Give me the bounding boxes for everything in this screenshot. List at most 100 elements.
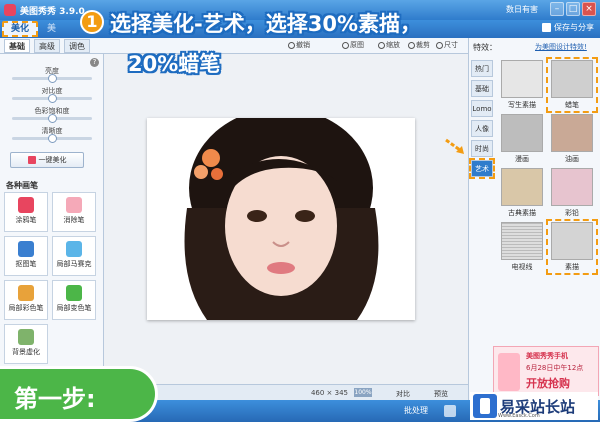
site-logo-icon	[473, 394, 497, 418]
effect-sketch[interactable]: 素描	[546, 219, 598, 275]
design-effect-link[interactable]: 为美图设计特效!	[535, 42, 587, 52]
undo-label: 撤销	[296, 41, 310, 49]
sharpness-slider[interactable]: 清晰度	[4, 126, 100, 143]
watermark-subtext: Www.Easck.Com	[498, 413, 540, 419]
resize-tool[interactable]: 尺寸	[436, 40, 458, 50]
recolor-brush-icon	[66, 285, 82, 301]
phone-icon	[498, 353, 520, 391]
category-fashion[interactable]: 时尚	[471, 140, 493, 157]
effect-oil[interactable]: 油画	[549, 114, 595, 164]
effect-label: 彩铅	[565, 209, 579, 217]
save-share-button[interactable]: 保存与分享	[542, 22, 594, 33]
brush-label: 背景虚化	[12, 348, 40, 356]
tab-advanced[interactable]: 高级	[34, 39, 60, 53]
category-hot[interactable]: 热门	[471, 60, 493, 77]
image-canvas[interactable]	[104, 54, 468, 384]
brush-label: 涂鸦笔	[15, 216, 37, 224]
brush-crayon[interactable]: 涂鸦笔	[4, 192, 48, 232]
portrait-photo	[147, 118, 415, 320]
effect-thumbnail	[501, 60, 543, 98]
disk-icon	[542, 23, 551, 32]
effect-label: 古典素描	[508, 209, 536, 217]
minimize-button[interactable]: –	[550, 2, 564, 16]
effect-thumbnail	[551, 168, 593, 206]
brush-blur[interactable]: 背景虚化	[4, 324, 48, 364]
help-link[interactable]: 数日有害	[506, 4, 538, 15]
saturation-slider[interactable]: 色彩饱和度	[4, 106, 100, 123]
maximize-button[interactable]: □	[566, 2, 580, 16]
batch-process-button[interactable]: 批处理	[404, 405, 428, 416]
category-portrait[interactable]: 人像	[471, 120, 493, 137]
effect-crayon[interactable]: 蜡笔	[546, 57, 598, 113]
instruction-line-2: 20%蜡笔	[128, 52, 221, 76]
save-share-label: 保存与分享	[554, 23, 594, 32]
brightness-slider[interactable]: 亮度	[4, 66, 100, 83]
eraser-icon	[66, 197, 82, 213]
crop-label: 裁剪	[416, 41, 430, 49]
right-panel: 特效： 为美图设计特效! 热门 基础 Lomo 人像 时尚 艺术 写生素描 蜡笔…	[468, 38, 600, 400]
tab-color[interactable]: 调色	[64, 39, 90, 53]
effect-label: 油画	[565, 155, 579, 163]
category-basic[interactable]: 基础	[471, 80, 493, 97]
resize-icon	[436, 41, 443, 49]
brush-mosaic[interactable]: 局部马赛克	[52, 236, 96, 276]
canvas-footer: 460 × 345 100% 对比 预览	[104, 384, 468, 400]
effects-title: 特效：	[473, 43, 497, 52]
brush-recolor[interactable]: 局部变色笔	[52, 280, 96, 320]
step-label-text: 第一步:	[14, 385, 96, 413]
effect-classic-sketch[interactable]: 古典素描	[499, 168, 545, 218]
undo-tool[interactable]: 撤销	[288, 40, 310, 50]
effect-thumbnail	[551, 60, 593, 98]
app-logo-icon	[4, 4, 16, 16]
effect-color-pencil[interactable]: 彩铅	[549, 168, 595, 218]
portrait-image	[147, 118, 415, 320]
resize-label: 尺寸	[444, 41, 458, 49]
auto-beautify-label: 一键美化	[38, 156, 67, 164]
brush-eraser[interactable]: 消除笔	[52, 192, 96, 232]
category-art[interactable]: 艺术	[469, 158, 495, 179]
slider-track[interactable]	[12, 134, 92, 143]
brush-cutout[interactable]: 抠图笔	[4, 236, 48, 276]
app-window: 美图秀秀 3.9.0 数日有害 – □ × 美化 美 贴 保存与分享 基础 高级…	[0, 0, 600, 422]
watermark: 易采站长站 Www.Easck.Com	[470, 392, 598, 420]
contrast-slider[interactable]: 对比度	[4, 86, 100, 103]
ad-title: 美图秀秀手机	[526, 352, 568, 360]
step-label: 第一步:	[0, 366, 158, 422]
crop-tool[interactable]: 裁剪	[408, 40, 430, 50]
effect-thumbnail	[501, 222, 543, 260]
slider-track[interactable]	[12, 94, 92, 103]
category-lomo[interactable]: Lomo	[471, 100, 493, 117]
effect-sketch-life[interactable]: 写生素描	[499, 60, 545, 110]
ad-banner[interactable]: 美图秀秀手机 6月28日中午12点 开放抢购	[493, 346, 599, 396]
ad-cta: 开放抢购	[526, 377, 570, 390]
tab-beautify[interactable]: 美化	[2, 21, 39, 37]
effect-comic[interactable]: 漫画	[499, 114, 545, 164]
step-number-badge: 1	[80, 10, 104, 34]
app-title: 美图秀秀 3.9.0	[20, 6, 85, 17]
crayon-icon	[18, 197, 34, 213]
tab-basic[interactable]: 基础	[4, 39, 30, 53]
crop-icon	[408, 41, 415, 49]
original-label: 原图	[350, 41, 364, 49]
color-brush-icon	[18, 285, 34, 301]
slider-track[interactable]	[12, 114, 92, 123]
preview-button[interactable]: 预览	[434, 389, 448, 399]
mosaic-icon	[66, 241, 82, 257]
zoom-level[interactable]: 100%	[354, 388, 372, 397]
slider-thumb[interactable]	[48, 134, 57, 143]
slider-track[interactable]	[12, 74, 92, 83]
slider-thumb[interactable]	[48, 94, 57, 103]
effect-tv-line[interactable]: 电视线	[499, 222, 545, 272]
compare-button[interactable]: 对比	[396, 389, 410, 399]
close-button[interactable]: ×	[582, 2, 596, 16]
slider-thumb[interactable]	[48, 114, 57, 123]
instruction-line-1: 选择美化-艺术，选择30%素描，	[110, 12, 421, 36]
tab-beauty[interactable]: 美	[40, 21, 63, 37]
zoom-tool[interactable]: 缩放	[378, 40, 400, 50]
auto-beautify-button[interactable]: 一键美化	[10, 152, 84, 168]
ad-date: 6月28日中午12点	[526, 364, 584, 372]
original-tool[interactable]: 原图	[342, 40, 364, 50]
brush-color[interactable]: 局部彩色笔	[4, 280, 48, 320]
slider-thumb[interactable]	[48, 74, 57, 83]
settings-icon[interactable]	[444, 405, 456, 417]
